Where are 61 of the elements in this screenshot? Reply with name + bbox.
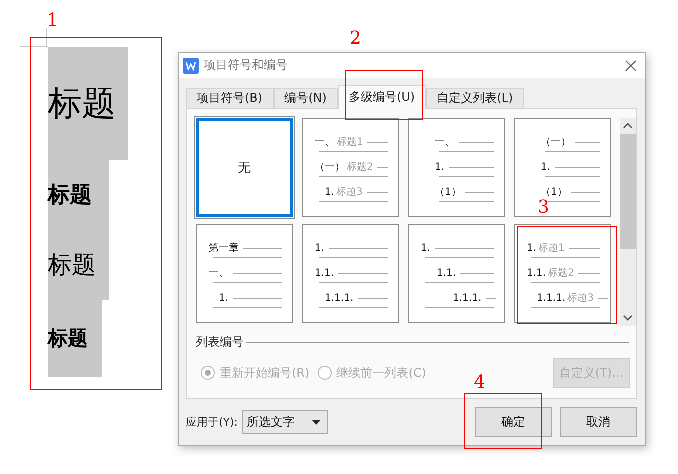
section-label: 列表编号 [196,334,244,351]
level-number: 1.1. [527,268,546,278]
numbering-preset[interactable]: 1. 1.1. 1.1.1. [408,224,505,323]
level-number: （一） [315,161,345,174]
scrollbar[interactable] [620,118,636,326]
close-icon[interactable] [625,60,637,72]
scroll-down-icon[interactable] [623,314,633,322]
level-heading-text: 标题3 [336,186,363,199]
numbering-preset[interactable]: 1. 标题1 1.1. 标题2 1.1.1. 标题3 [514,224,611,323]
level-number: 1. [421,242,431,254]
tab[interactable]: 自定义列表(L) [426,88,524,108]
level-number: （1） [435,186,462,199]
level-number: 第一章 [209,242,239,255]
level-number: （一） [541,136,571,149]
annotation-number: 1 [47,12,58,30]
level-heading-text: 标题1 [538,242,565,255]
numbering-preset[interactable]: 一、 标题1 （一） 标题2 1. 标题3 [302,118,399,217]
preset-label: 无 [238,160,251,176]
level-heading-text: 标题2 [347,160,374,174]
annotation-number: 2 [350,30,362,48]
heading-text: 标题 [48,230,109,300]
level-number: 1.1.1. [453,292,482,304]
dialog-button[interactable]: 确定 [475,407,552,437]
level-number: 1. [325,186,335,198]
level-number: 1.1. [437,268,456,278]
app-icon [183,58,199,74]
corner-mark [20,28,50,48]
scroll-up-icon[interactable] [623,122,633,130]
level-heading-text: 标题1 [337,136,364,149]
heading-text: 标题 [48,47,128,160]
numbering-preset[interactable]: 无 [196,118,293,217]
tab[interactable]: 多级编号(U) [338,85,426,109]
annotation-number: 4 [474,374,486,392]
heading-text: 标题 [48,160,109,230]
level-number: 1.1. [315,268,334,278]
level-number: （1） [541,186,568,199]
apply-to-dropdown[interactable]: 所选文字 [242,410,328,434]
annotation-number: 3 [538,199,550,217]
level-number: 一、 [435,136,455,149]
level-number: 1. [541,162,551,172]
apply-to-label: 应用于(Y): [186,414,238,430]
window-title: 项目符号和编号 [204,57,289,74]
level-number: 1. [315,242,325,254]
level-number: 1. [527,242,537,254]
tab[interactable]: 项目符号(B) [186,88,274,108]
level-number: 一、 [209,267,229,280]
level-number: 1.1.1. [537,292,566,304]
level-number: 1. [435,162,445,172]
dialog-button[interactable]: 取消 [560,407,637,437]
numbering-preset[interactable]: 第一章 一、 1. [196,224,293,323]
heading-text: 标题 [48,300,102,377]
level-heading-text: 标题2 [548,266,574,280]
numbering-preset[interactable]: 一、 1. （1） [408,118,505,217]
level-heading-text: 标题3 [568,292,594,305]
numbering-preset[interactable]: 1. 1.1. 1.1.1. [302,224,399,323]
level-number: 1.1.1. [325,292,354,304]
level-number: 1. [219,292,229,304]
scrollbar-thumb[interactable] [620,134,636,249]
level-number: 一、 [315,136,335,149]
tab[interactable]: 编号(N) [274,88,338,108]
dropdown-arrow-icon [312,420,322,424]
